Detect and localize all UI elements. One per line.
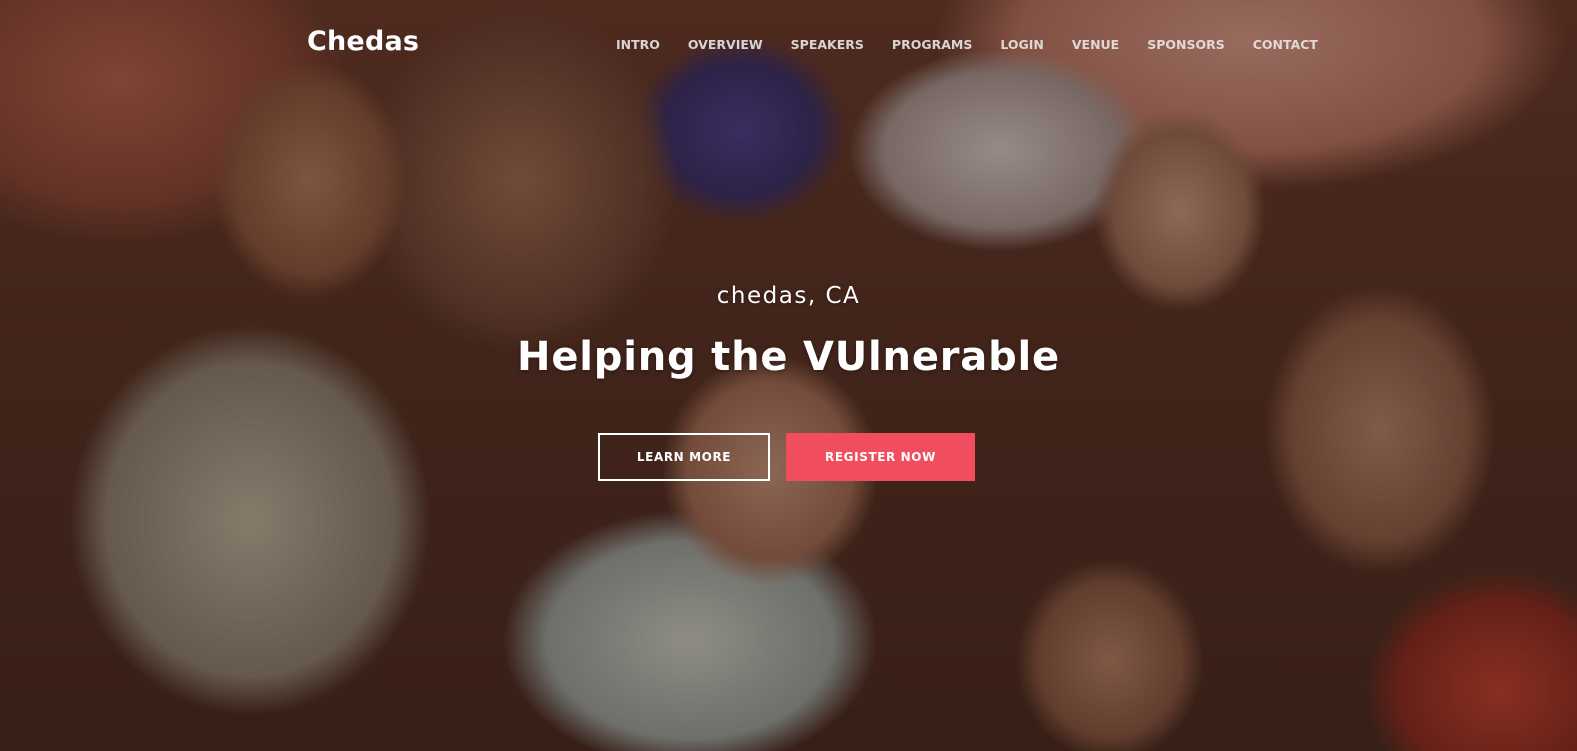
hero-content: chedas, CA Helping the VUlnerable LEARN … — [0, 0, 1577, 751]
register-now-button[interactable]: REGISTER NOW — [786, 433, 975, 481]
hero-headline: Helping the VUlnerable — [517, 334, 1060, 380]
hero-location: chedas, CA — [716, 283, 861, 309]
learn-more-button[interactable]: LEARN MORE — [598, 433, 770, 481]
